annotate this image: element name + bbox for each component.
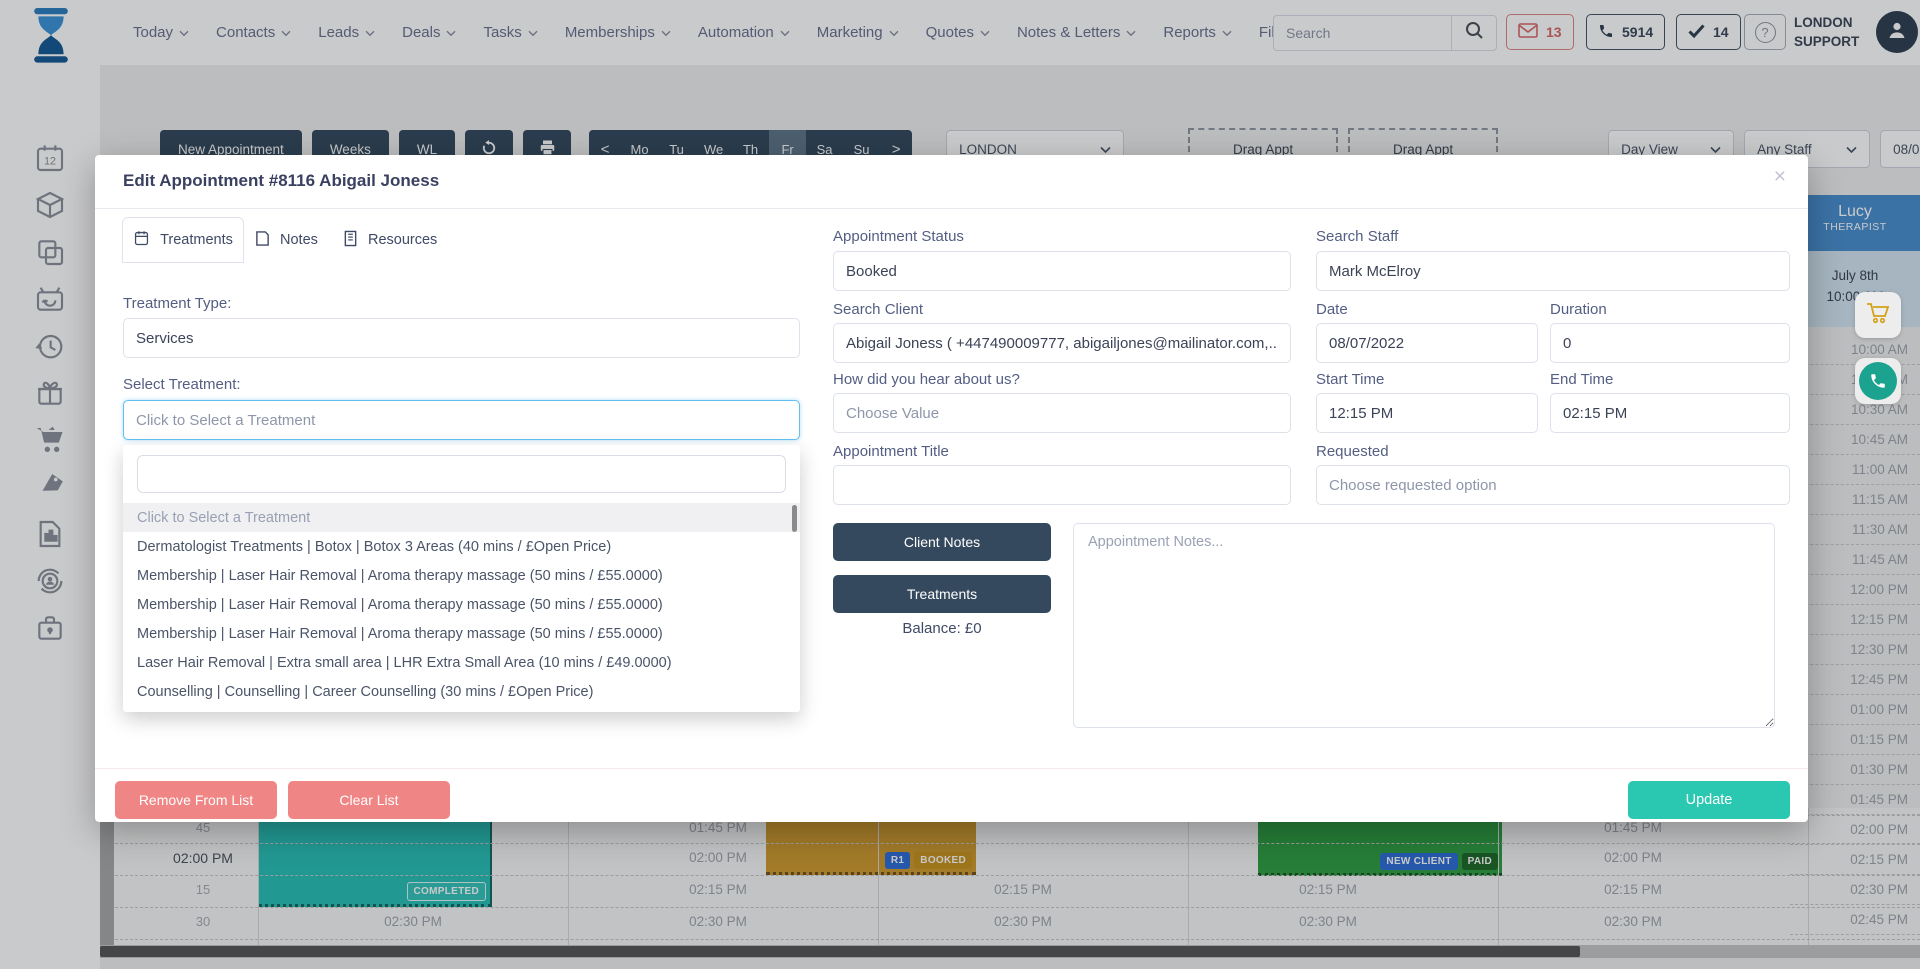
remove-from-list-button[interactable]: Remove From List [115,781,277,819]
update-button[interactable]: Update [1628,781,1790,819]
clear-list-button[interactable]: Clear List [288,781,450,819]
tab-treatments[interactable]: Treatments [122,217,244,263]
duration-field[interactable] [1550,323,1790,363]
hear-about-field[interactable] [833,393,1291,433]
status-label: Appointment Status [833,228,964,245]
appointment-title-label: Appointment Title [833,443,949,460]
end-time-label: End Time [1550,371,1613,388]
client-label: Search Client [833,301,923,318]
select-treatment-field[interactable] [123,400,800,440]
treatment-dropdown: Click to Select a TreatmentDermatologist… [123,445,800,712]
hear-about-label: How did you hear about us? [833,371,1020,388]
treatment-option[interactable]: Click to Select a Treatment [123,503,800,532]
treatment-dropdown-search-input[interactable] [137,455,786,493]
treatment-option[interactable]: Membership | Laser Hair Removal | Aroma … [123,590,800,619]
treatment-option[interactable]: Membership | Laser Hair Removal | Aroma … [123,561,800,590]
close-icon[interactable]: × [1774,165,1786,189]
tab-notes-label: Notes [280,232,318,248]
cart-icon [1865,301,1891,330]
staff-label: Search Staff [1316,228,1398,245]
start-time-field[interactable] [1316,393,1538,433]
modal-title-divider [95,208,1808,209]
treatment-type-label: Treatment Type: [123,295,231,312]
date-label: Date [1316,301,1348,318]
cart-fab-button[interactable] [1855,292,1901,338]
treatment-option[interactable]: Membership | Laser Hair Removal | Aroma … [123,619,800,648]
client-field[interactable] [833,323,1291,363]
treatment-option[interactable]: Laser Hair Removal | Extra small area | … [123,648,800,677]
requested-field[interactable] [1316,465,1790,505]
dropdown-scrollbar[interactable] [792,505,797,532]
modal-footer-divider [95,768,1808,769]
modal-title: Edit Appointment #8116 Abigail Joness [123,171,439,191]
phone-icon [1859,362,1897,400]
appointment-notes-textarea[interactable] [1073,523,1775,728]
tab-resources[interactable]: Resources [343,217,437,263]
end-time-field[interactable] [1550,393,1790,433]
status-field[interactable] [833,251,1291,291]
tab-treatments-label: Treatments [160,232,233,248]
duration-label: Duration [1550,301,1607,318]
appointment-title-field[interactable] [833,465,1291,505]
edit-appointment-modal: Edit Appointment #8116 Abigail Joness × … [95,155,1808,822]
treatments-button[interactable]: Treatments [833,575,1051,613]
start-time-label: Start Time [1316,371,1384,388]
tab-notes[interactable]: Notes [255,217,318,263]
phone-fab-button[interactable] [1855,358,1901,404]
note-page-icon [255,230,270,251]
requested-label: Requested [1316,443,1389,460]
select-treatment-label: Select Treatment: [123,376,241,393]
treatment-option[interactable]: Counselling | Counselling | Career Couns… [123,677,800,706]
tab-resources-label: Resources [368,232,437,248]
treatment-type-field[interactable] [123,318,800,358]
date-field[interactable] [1316,323,1538,363]
treatment-option[interactable]: Dermatologist Treatments | Botox | Botox… [123,532,800,561]
balance-text: Balance: £0 [833,620,1051,637]
app-root: TodayContactsLeadsDealsTasksMembershipsA… [0,0,1920,969]
client-notes-button[interactable]: Client Notes [833,523,1051,561]
building-icon [343,230,358,251]
clipboard-icon [133,230,150,251]
treatment-options-list: Click to Select a TreatmentDermatologist… [123,503,800,706]
staff-field[interactable] [1316,251,1790,291]
